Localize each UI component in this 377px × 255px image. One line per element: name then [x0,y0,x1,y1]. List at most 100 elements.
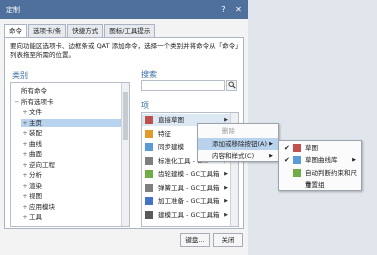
category-item-label: 渲染 [29,181,42,190]
command-label: 建模工具 - GC工具箱 [158,210,220,219]
command-icon [145,197,153,205]
context-menu-item-label: 添加或移除按钮(A) [212,139,268,148]
command-icon [293,168,301,177]
tab-ribbons[interactable]: 选项卡/条 [28,24,67,37]
category-item[interactable]: −所有选项卡 [13,98,121,106]
category-item[interactable]: +装配 [21,129,121,137]
submenu-arrow-icon: ▶ [224,171,228,177]
category-item-label: 分析 [29,171,42,179]
search-icon[interactable] [226,80,237,91]
check-icon: ✔ [284,156,290,165]
search-label: 搜索 [141,70,157,79]
tab-icons-tooltips[interactable]: 图标/工具提示 [104,24,156,37]
context-menu-item-label: 删除 [222,127,235,135]
submenu-item[interactable]: ✔ 草图曲线库 ▶ [279,154,361,166]
context-menu-item-label: 内容和样式(C) [212,152,255,160]
category-item-label: 曲线 [29,139,42,148]
expand-icon[interactable]: + [21,192,29,200]
submenu-item[interactable]: 重置组 [279,179,361,191]
scrollbar-thumb[interactable] [123,92,128,140]
context-menu-item[interactable]: 添加或移除按钮(A) ▶ [198,137,278,150]
category-item[interactable]: +曲线 [21,140,121,148]
command-icon [145,183,153,192]
tab-shortcuts[interactable]: 快捷方式 [67,24,104,37]
submenu-arrow-icon: ▶ [224,211,228,218]
expand-icon[interactable]: + [21,182,29,190]
check-icon: ✔ [284,144,290,152]
category-item[interactable]: +逆向工程 [21,161,121,169]
category-item[interactable]: +视图 [21,192,121,200]
submenu-item-label: 草图 [305,144,318,152]
close-button[interactable]: 关闭 [213,233,243,247]
window-title: 定制 [6,6,20,14]
category-tree[interactable]: 所有命令 −所有选项卡 +文件 +主页 +装配 +曲线 +曲面 +逆向工程 +分析 +渲染 +视图 +… [10,82,130,227]
tab-commands[interactable]: 命令 [4,24,27,37]
command-item[interactable]: 建模工具 - GC工具箱 ▶ [142,209,238,221]
submenu-item[interactable]: 自动判断约束和尺寸 [279,167,361,189]
category-item-label: 所有命令 [21,87,47,95]
command-label: 加工准备 - GC工具箱 [158,197,220,205]
category-item[interactable]: +工具 [21,213,121,221]
submenu-arrow-icon: ▶ [224,198,228,204]
category-item-label: 应用模块 [29,202,55,211]
category-scrollbar[interactable] [121,83,129,226]
context-menu: 删除添加或移除按钮(A) ▶ 内容和样式(C) ▶ [197,123,279,162]
expand-icon[interactable]: + [21,108,29,116]
category-item[interactable]: +分析 [21,171,121,179]
category-item[interactable]: +文件 [21,108,121,116]
help-button[interactable]: ? [218,4,229,15]
customize-dialog: 定制 ? ✕ 命令 选项卡/条 快捷方式 图标/工具提示 要向功能区选项卡、边框… [0,0,377,255]
expand-icon[interactable]: + [21,161,29,169]
expand-icon[interactable]: + [21,140,29,148]
command-item[interactable]: 齿轮建模 - GC工具箱 ▶ [142,168,238,180]
expand-icon[interactable]: + [21,150,29,158]
category-label: 类别 [12,71,28,80]
command-label: 直接草图 [158,116,184,124]
submenu-item-label: 草图曲线库 [305,156,338,165]
submenu: ✔ 草图 ✔ 草图曲线库 ▶ 自动判断约束和尺寸 重置组 [278,140,362,191]
category-item-label: 文件 [29,108,42,116]
expand-icon[interactable]: + [21,119,29,127]
close-icon[interactable]: ✕ [233,4,244,15]
command-item[interactable]: 加工准备 - GC工具箱 ▶ [142,195,238,207]
submenu-arrow-icon: ▶ [269,140,273,147]
title-bar: 定制 ? ✕ [0,0,248,19]
category-item[interactable]: +曲面 [21,150,121,158]
command-label: 同步建模 [158,143,184,151]
tab-strip: 命令 选项卡/条 快捷方式 图标/工具提示 [4,24,156,37]
command-item[interactable]: 弹簧工具 - GC工具箱 ▶ [142,182,238,194]
command-icon [145,210,153,219]
submenu-arrow-icon: ▶ [352,157,356,164]
items-label: 项 [141,101,149,110]
category-item[interactable]: +渲染 [21,182,121,190]
submenu-arrow-icon: ▶ [224,184,228,191]
search-input[interactable] [141,80,225,91]
category-item[interactable]: 所有命令 [13,87,121,95]
expand-icon[interactable]: + [21,171,29,179]
context-menu-item[interactable]: 内容和样式(C) ▶ [198,150,278,162]
command-label: 特征 [158,129,171,138]
command-icon [145,143,153,151]
submenu-arrow-icon: ▶ [269,153,273,159]
category-item-label: 装配 [29,129,42,137]
expand-icon[interactable]: + [21,213,29,221]
submenu-item-label: 重置组 [305,180,325,189]
category-item-label: 工具 [29,213,42,221]
command-icon [145,156,153,165]
description-text: 要向功能区选项卡、边框条或 QAT 添加命令，选择一个类别并将命令从「命令」列表… [10,42,239,59]
category-item[interactable]: +主页 [21,118,121,127]
command-icon [145,129,153,138]
category-item-label: 逆向工程 [29,160,55,169]
category-item[interactable]: +应用模块 [21,203,121,211]
command-icon [293,144,301,152]
category-item-label: 主页 [29,118,42,127]
command-label: 弹簧工具 - GC工具箱 [158,183,220,192]
submenu-item[interactable]: ✔ 草图 [279,142,361,154]
keyboard-button[interactable]: 键盘... [180,233,210,247]
category-item-label: 视图 [29,192,42,200]
expand-icon[interactable]: + [21,129,29,137]
command-icon [293,156,301,165]
command-icon [145,116,153,124]
collapse-icon[interactable]: − [13,98,21,106]
expand-icon[interactable]: + [21,203,29,211]
